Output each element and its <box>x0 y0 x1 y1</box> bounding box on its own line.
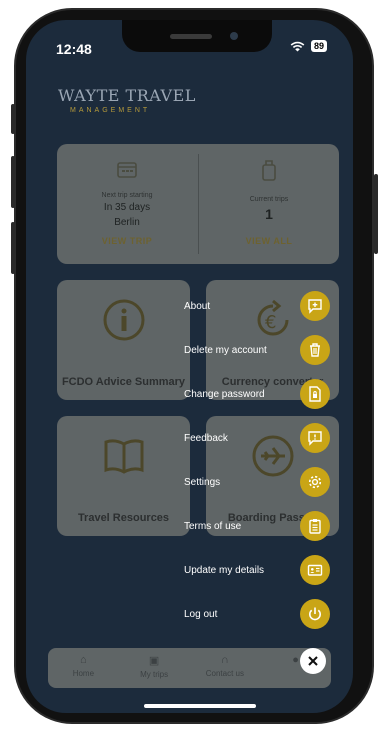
tile-title: Travel Resources <box>77 512 170 524</box>
info-chat-icon[interactable] <box>300 291 330 321</box>
power-icon[interactable] <box>300 599 330 629</box>
logo-line1: WAYTE TRAVEL <box>58 86 196 105</box>
close-icon <box>308 656 318 666</box>
lock-file-icon[interactable] <box>300 379 330 409</box>
power-button <box>374 174 378 254</box>
volume-up-button <box>11 156 15 208</box>
gear-icon[interactable] <box>300 467 330 497</box>
nav-home-label: Home <box>72 669 95 678</box>
nav-my-trips[interactable]: ▣ My trips <box>119 648 190 688</box>
company-logo: WAYTE TRAVEL MANAGEMENT <box>58 86 196 114</box>
app-screen: 12:48 89 WAYTE TRAVEL MANAGEMENT Next tr… <box>26 20 353 713</box>
logo-line2: MANAGEMENT <box>70 107 151 114</box>
headset-icon: ∩ <box>220 654 229 666</box>
view-all-link[interactable]: VIEW ALL <box>199 236 339 246</box>
home-icon: ⌂ <box>80 654 87 666</box>
id-card-icon[interactable] <box>300 555 330 585</box>
nav-contact-us[interactable]: ∩ Contact us <box>190 648 261 688</box>
menu-label-about: About <box>184 300 211 312</box>
book-icon <box>57 434 190 489</box>
tile-title: FCDO Advice Summary <box>61 376 186 388</box>
next-trip-city: Berlin <box>114 217 140 228</box>
next-trip-label: Next trip starting <box>101 192 153 199</box>
home-indicator[interactable] <box>144 704 256 708</box>
battery-indicator: 89 <box>310 40 327 52</box>
nav-contact-us-label: Contact us <box>205 669 244 678</box>
current-trips-label: Current trips <box>249 196 289 203</box>
notch <box>122 20 272 52</box>
mute-switch <box>11 104 15 134</box>
trash-icon[interactable] <box>300 335 330 365</box>
luggage-icon <box>199 160 339 188</box>
fcdo-advice-tile[interactable]: FCDO Advice Summary <box>57 280 190 400</box>
nav-home[interactable]: ⌂ Home <box>48 648 119 688</box>
menu-label-log-out: Log out <box>184 608 218 620</box>
status-icons: 89 <box>290 40 327 52</box>
menu-label-delete-account: Delete my account <box>184 344 267 356</box>
calendar-icon <box>57 160 197 184</box>
menu-label-settings: Settings <box>184 476 221 488</box>
front-camera <box>230 32 238 40</box>
menu-label-feedback: Feedback <box>184 432 228 444</box>
travel-resources-tile[interactable]: Travel Resources <box>57 416 190 536</box>
current-trips-section[interactable]: Current trips 1 VIEW ALL <box>199 160 339 246</box>
view-trip-link[interactable]: VIEW TRIP <box>57 236 197 246</box>
menu-item-log-out[interactable]: Log out <box>184 599 330 629</box>
status-time: 12:48 <box>56 41 92 57</box>
menu-item-about[interactable]: About <box>184 291 330 321</box>
clipboard-icon[interactable] <box>300 511 330 541</box>
speaker <box>170 34 212 39</box>
next-trip-days: In 35 days <box>103 202 151 213</box>
menu-item-update-details[interactable]: Update my details <box>184 555 330 585</box>
next-trip-section[interactable]: Next trip starting In 35 days Berlin VIE… <box>57 160 197 246</box>
menu-item-terms[interactable]: Terms of use <box>184 511 330 541</box>
menu-item-delete-account[interactable]: Delete my account <box>184 335 330 365</box>
bottom-nav: ⌂ Home ▣ My trips ∩ Contact us ● <box>48 648 331 688</box>
feedback-icon[interactable] <box>300 423 330 453</box>
volume-down-button <box>11 222 15 274</box>
current-trips-count: 1 <box>265 206 273 222</box>
trip-summary-card: Next trip starting In 35 days Berlin VIE… <box>57 144 339 264</box>
suitcase-icon: ▣ <box>148 655 160 667</box>
menu-label-update-details: Update my details <box>184 564 265 576</box>
menu-item-feedback[interactable]: Feedback <box>184 423 330 453</box>
wifi-icon <box>290 41 305 51</box>
menu-item-settings[interactable]: Settings <box>184 467 330 497</box>
menu-label-terms: Terms of use <box>184 520 242 532</box>
nav-my-trips-label: My trips <box>140 670 169 679</box>
menu-label-change-password: Change password <box>184 388 265 400</box>
info-icon <box>57 298 190 353</box>
menu-item-change-password[interactable]: Change password <box>184 379 330 409</box>
close-menu-button[interactable] <box>300 648 326 674</box>
